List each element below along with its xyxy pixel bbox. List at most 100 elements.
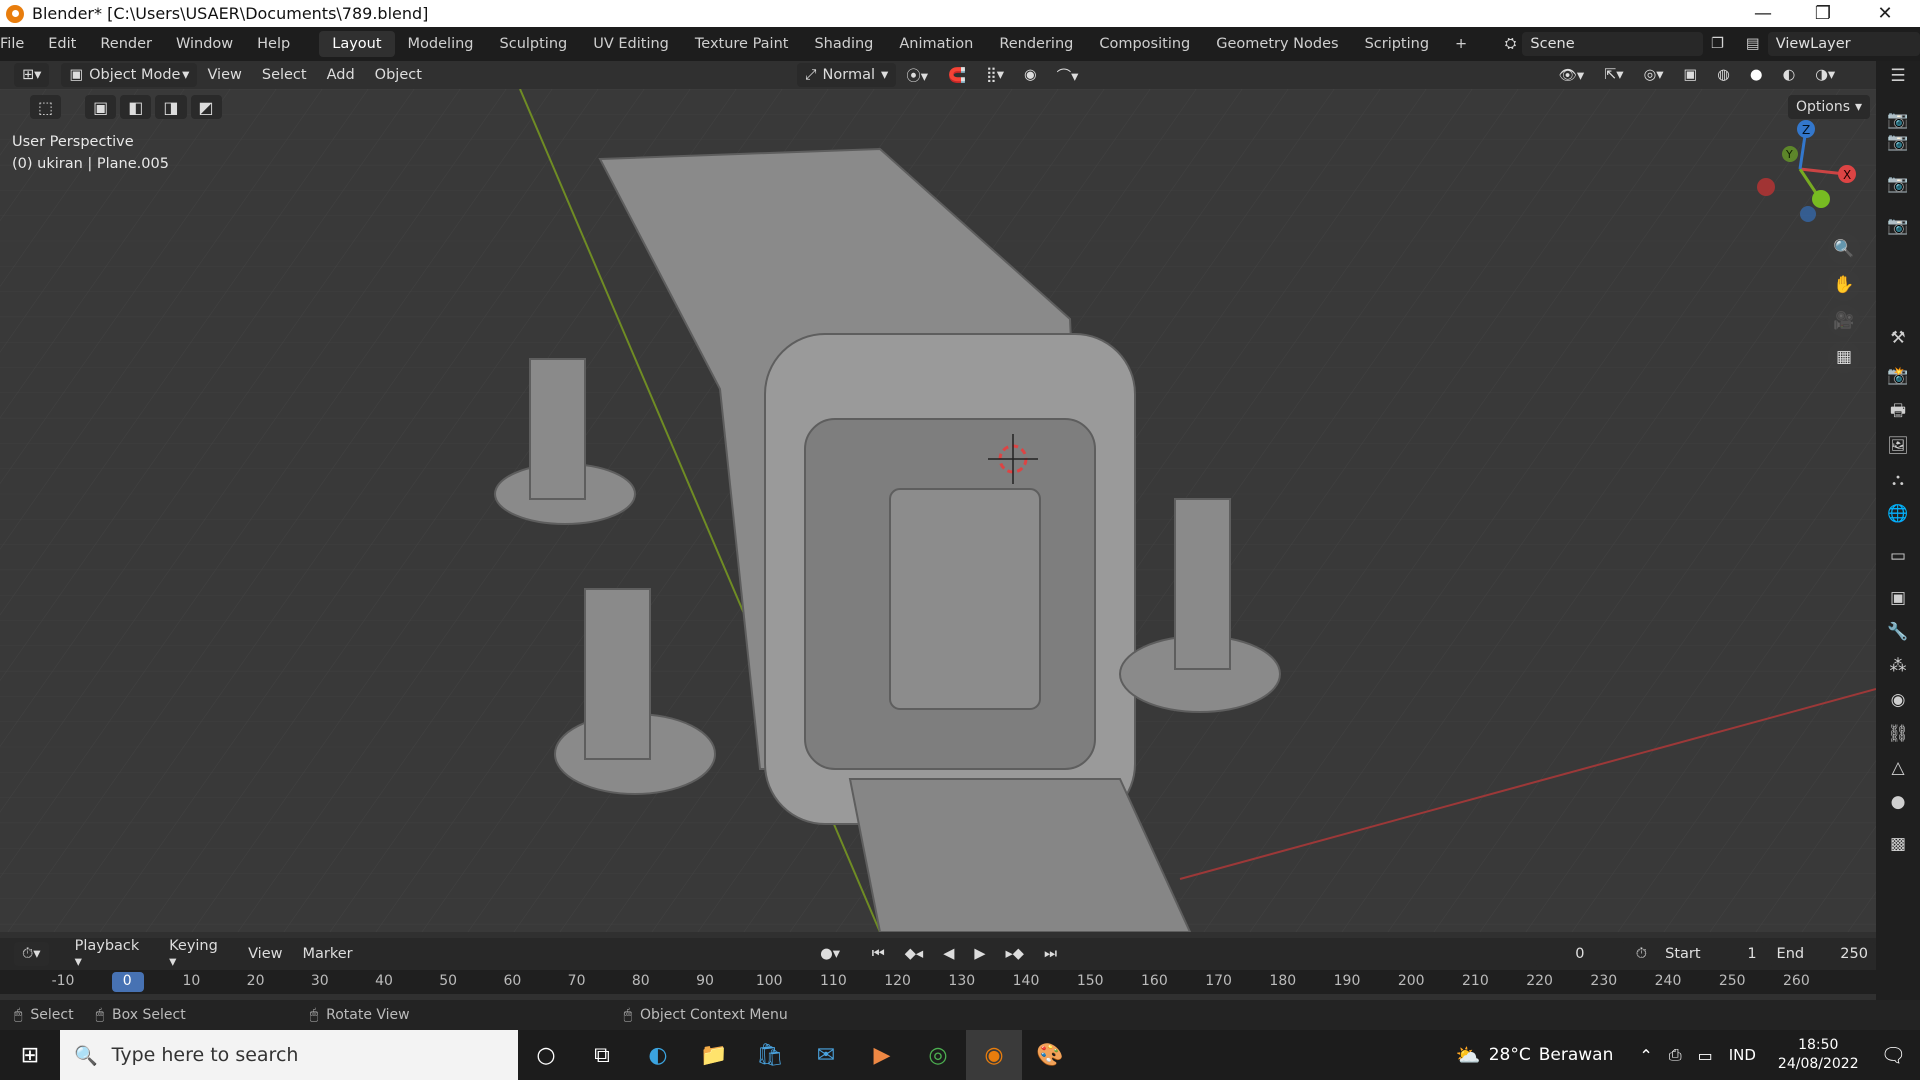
- start-frame-field[interactable]: Start 1: [1657, 942, 1765, 966]
- timeline-editor-icon[interactable]: ⏱▾: [14, 942, 49, 966]
- texture-properties-icon[interactable]: ▩: [1876, 829, 1920, 859]
- gizmo-icon[interactable]: ⇱▾: [1594, 67, 1633, 83]
- play-icon[interactable]: ▶: [964, 946, 995, 962]
- material-shading-icon[interactable]: ◐: [1773, 67, 1806, 83]
- rendered-shading-icon[interactable]: ◑▾: [1805, 67, 1845, 83]
- menu-timeline-view[interactable]: View: [238, 946, 292, 962]
- object-properties-icon[interactable]: ▣: [1876, 583, 1920, 613]
- menu-file[interactable]: File: [0, 36, 36, 52]
- scene-selector[interactable]: Scene: [1522, 32, 1704, 56]
- task-view-icon[interactable]: ⧉: [574, 1030, 630, 1080]
- tab-layout[interactable]: Layout: [319, 31, 395, 57]
- 3d-viewport[interactable]: X Z Y User Perspective (0) ukiran | Plan…: [0, 89, 1876, 932]
- end-frame-field[interactable]: End 250: [1768, 942, 1876, 966]
- menu-edit[interactable]: Edit: [36, 36, 88, 52]
- editor-type-icon[interactable]: ⊞▾: [14, 63, 50, 87]
- tab-geometry-nodes[interactable]: Geometry Nodes: [1203, 31, 1351, 57]
- zoom-icon[interactable]: 🔍: [1828, 233, 1860, 265]
- perspective-toggle-icon[interactable]: ▦: [1828, 341, 1860, 373]
- add-workspace-button[interactable]: +: [1442, 31, 1480, 57]
- mode-subtract-icon[interactable]: ◨: [155, 95, 187, 119]
- temperature-label[interactable]: 28°C: [1489, 1045, 1531, 1065]
- blender-taskbar-icon[interactable]: ◉: [966, 1030, 1022, 1080]
- tool-properties-icon[interactable]: ⚒: [1876, 323, 1920, 353]
- play-reverse-icon[interactable]: ◀: [933, 946, 964, 962]
- jump-start-icon[interactable]: ⏮: [862, 946, 895, 962]
- collection-properties-icon[interactable]: ▭: [1876, 541, 1920, 571]
- modifier-properties-icon[interactable]: 🔧: [1876, 617, 1920, 647]
- gizmo-neg-x-icon[interactable]: [1757, 178, 1775, 196]
- xray-icon[interactable]: ▣: [1674, 67, 1708, 83]
- paint-app-icon[interactable]: 🎨: [1022, 1030, 1078, 1080]
- tab-shading[interactable]: Shading: [801, 31, 886, 57]
- constraints-properties-icon[interactable]: ⛓: [1876, 719, 1920, 749]
- tab-modeling[interactable]: Modeling: [395, 31, 487, 57]
- menu-view[interactable]: View: [197, 67, 251, 83]
- file-explorer-icon[interactable]: 📁: [686, 1030, 742, 1080]
- mode-extend-icon[interactable]: ◧: [120, 95, 152, 119]
- menu-add[interactable]: Add: [317, 67, 365, 83]
- snap-target-icon[interactable]: ⣿▾: [976, 67, 1014, 83]
- tab-uv-editing[interactable]: UV Editing: [580, 31, 682, 57]
- render-properties-icon[interactable]: 📸: [1876, 361, 1920, 391]
- weather-label[interactable]: Berawan: [1539, 1045, 1614, 1065]
- taskbar-search-box[interactable]: 🔍 Type here to search: [60, 1030, 518, 1080]
- mode-new-icon[interactable]: ▣: [85, 95, 117, 119]
- language-indicator[interactable]: IND: [1729, 1046, 1756, 1064]
- maximize-button[interactable]: ❐: [1800, 0, 1846, 27]
- camera-view-icon[interactable]: 🎥: [1828, 305, 1860, 337]
- data-properties-icon[interactable]: △: [1876, 753, 1920, 783]
- camera-icon-3[interactable]: 📷: [1876, 169, 1920, 199]
- transform-orientation-dropdown[interactable]: ⤢ Normal ▾: [796, 63, 897, 87]
- menu-help[interactable]: Help: [245, 36, 302, 52]
- notification-icon[interactable]: 🗨: [1881, 1043, 1906, 1067]
- gizmo-neg-z-icon[interactable]: [1800, 206, 1816, 222]
- edge-browser-icon[interactable]: ◐: [630, 1030, 686, 1080]
- scene-icon[interactable]: ⛭: [1505, 36, 1517, 52]
- tab-animation[interactable]: Animation: [886, 31, 986, 57]
- world-properties-icon[interactable]: 🌐: [1876, 499, 1920, 529]
- frame-ruler[interactable]: -10 0 10 20 30 40 50 60 70 80 90 100 110 120 130 140 150…: [0, 970, 1876, 994]
- snap-icon[interactable]: 🧲: [938, 67, 976, 84]
- tab-sculpting[interactable]: Sculpting: [487, 31, 581, 57]
- menu-marker[interactable]: Marker: [292, 946, 362, 962]
- mail-icon[interactable]: ✉: [798, 1030, 854, 1080]
- scene-properties-icon[interactable]: ⛬: [1876, 465, 1920, 495]
- pivot-point-icon[interactable]: ⦿▾: [896, 65, 938, 86]
- view-layer-icon[interactable]: ▤: [1746, 36, 1760, 52]
- media-player-icon[interactable]: ▶: [854, 1030, 910, 1080]
- windows-start-icon[interactable]: ⊞: [0, 1030, 60, 1080]
- tab-texture-paint[interactable]: Texture Paint: [682, 31, 802, 57]
- particles-properties-icon[interactable]: ⁂: [1876, 651, 1920, 681]
- display-icon[interactable]: ▭: [1698, 1046, 1713, 1065]
- mode-dropdown[interactable]: ▣ Object Mode ▾: [61, 63, 198, 87]
- record-icon[interactable]: ●▾: [810, 946, 850, 962]
- current-frame-field[interactable]: 0: [1533, 942, 1626, 966]
- view-layer-properties-icon[interactable]: 🖼: [1876, 431, 1920, 461]
- jump-keyframe-forward-icon[interactable]: ▸◆: [996, 946, 1034, 962]
- stopwatch-icon[interactable]: ⏱: [1626, 946, 1657, 962]
- tab-compositing[interactable]: Compositing: [1086, 31, 1203, 57]
- material-properties-icon[interactable]: ●: [1876, 787, 1920, 817]
- wireframe-shading-icon[interactable]: ◍: [1707, 67, 1740, 83]
- menu-object[interactable]: Object: [365, 67, 432, 83]
- outliner-icon[interactable]: ☰: [1876, 61, 1920, 91]
- overlay-icon[interactable]: ◎▾: [1634, 67, 1674, 83]
- store-icon[interactable]: 🛍: [742, 1030, 798, 1080]
- output-properties-icon[interactable]: 🖶: [1876, 397, 1920, 427]
- weather-cloud-icon[interactable]: ⛅: [1456, 1043, 1481, 1067]
- chevron-up-icon[interactable]: ⌃: [1639, 1046, 1652, 1065]
- pan-hand-icon[interactable]: ✋: [1828, 269, 1860, 301]
- jump-keyframe-back-icon[interactable]: ◆◂: [895, 946, 933, 962]
- minimize-button[interactable]: —: [1740, 0, 1786, 27]
- close-button[interactable]: ✕: [1862, 0, 1908, 27]
- proportional-edit-icon[interactable]: ◉: [1014, 67, 1047, 83]
- solid-shading-icon[interactable]: ●: [1740, 67, 1773, 83]
- jump-end-icon[interactable]: ⏭: [1034, 946, 1067, 962]
- chrome-browser-icon[interactable]: ◎: [910, 1030, 966, 1080]
- visibility-icon[interactable]: 👁▾: [1548, 67, 1594, 84]
- cortana-icon[interactable]: ○: [518, 1030, 574, 1080]
- render-camera-icon[interactable]: 📷: [1876, 211, 1920, 241]
- menu-select[interactable]: Select: [252, 67, 317, 83]
- tab-rendering[interactable]: Rendering: [986, 31, 1086, 57]
